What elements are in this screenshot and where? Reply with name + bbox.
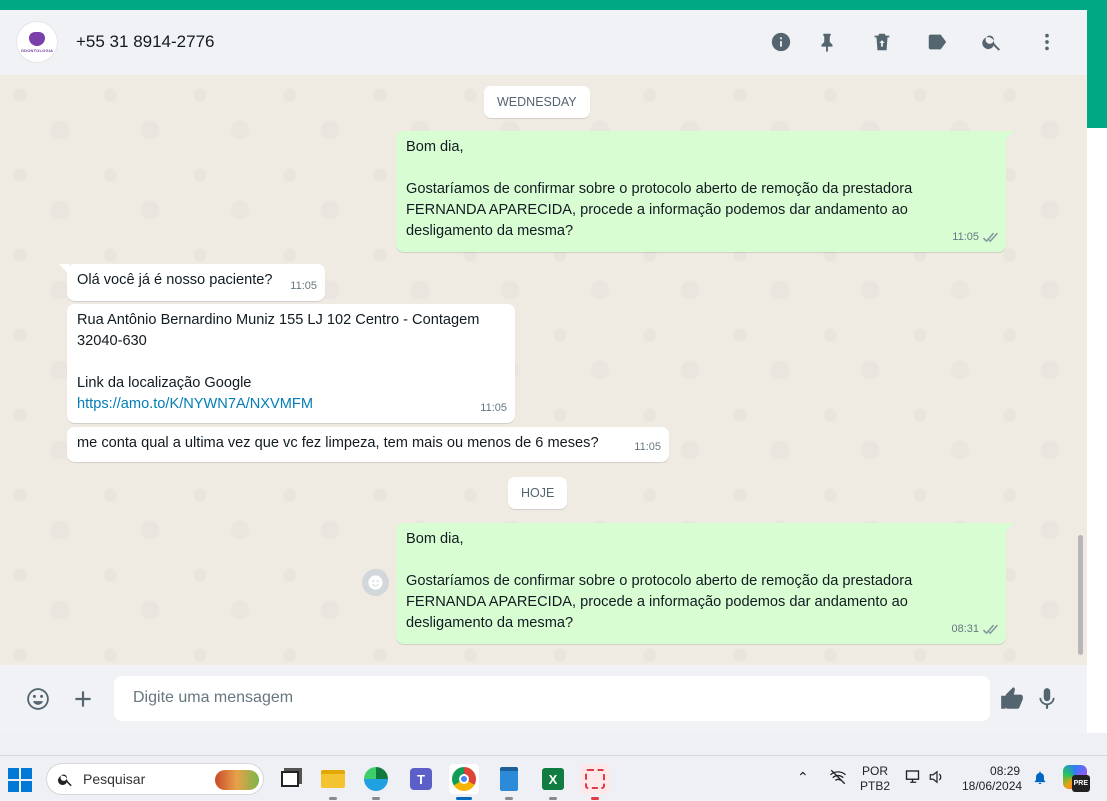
message-text: Olá você já é nosso paciente? xyxy=(77,272,273,288)
windows-taskbar: Pesquisar T X ⌃ POR PTB2 08:29 18/06/202… xyxy=(0,755,1107,801)
message-meta: 11:05 xyxy=(952,227,998,248)
delete-icon[interactable] xyxy=(870,30,894,54)
message-bubble-incoming[interactable]: me conta qual a ultima vez que vc fez li… xyxy=(67,427,669,462)
excel-icon[interactable]: X xyxy=(538,764,568,800)
day-chip: WEDNESDAY xyxy=(484,86,590,118)
teams-icon[interactable]: T xyxy=(406,764,436,794)
accent-bar xyxy=(1087,10,1107,128)
keyboard-layout: PTB2 xyxy=(860,779,891,793)
double-check-icon xyxy=(982,232,998,243)
message-list[interactable]: WEDNESDAY Bom dia, Gostaríamos de confir… xyxy=(0,75,1087,665)
attach-plus-icon[interactable] xyxy=(69,685,97,713)
message-meta: 08:31 xyxy=(951,619,998,640)
chat-header: ODONTOLOGIA +55 31 8914-2776 xyxy=(0,10,1087,75)
label-icon[interactable] xyxy=(925,30,949,54)
contact-avatar[interactable]: ODONTOLOGIA xyxy=(16,21,58,63)
search-label: Pesquisar xyxy=(83,771,146,787)
bubble-tail xyxy=(1004,523,1014,533)
clock-date: 18/06/2024 xyxy=(962,779,1023,793)
message-time: 11:05 xyxy=(290,280,317,292)
contact-name[interactable]: +55 31 8914-2776 xyxy=(76,32,215,52)
search-highlight-image xyxy=(215,770,259,790)
app-top-strip xyxy=(0,0,1107,10)
desktop-gap xyxy=(0,733,1107,755)
whatsapp-window: ODONTOLOGIA +55 31 8914-2776 WEDNESDAY B… xyxy=(0,10,1087,733)
thumbs-up-icon[interactable] xyxy=(998,685,1026,713)
composer-bar: Digite uma mensagem xyxy=(0,665,1087,733)
message-text: Rua Antônio Bernardino Muniz 155 LJ 102 … xyxy=(77,312,480,391)
message-meta: 11:05 xyxy=(480,398,507,419)
network-off-icon[interactable] xyxy=(829,768,847,790)
message-meta: 11:05 xyxy=(290,276,317,297)
message-time: 11:05 xyxy=(634,441,661,453)
tooth-logo-icon xyxy=(29,31,45,46)
bubble-tail xyxy=(1004,131,1014,141)
chrome-icon[interactable] xyxy=(449,764,479,800)
chevron-up-icon[interactable]: ⌃ xyxy=(797,770,809,785)
copilot-badge: PRE xyxy=(1071,775,1090,792)
pin-icon[interactable] xyxy=(815,30,839,54)
menu-icon[interactable] xyxy=(1035,30,1059,54)
message-time: 11:05 xyxy=(480,402,507,414)
emoji-react-icon[interactable] xyxy=(362,569,389,596)
message-text: Bom dia, Gostaríamos de confirmar sobre … xyxy=(406,139,913,239)
edge-browser-icon[interactable] xyxy=(361,764,391,800)
message-meta: 11:05 xyxy=(634,437,661,458)
message-bubble-incoming[interactable]: Olá você já é nosso paciente? 11:05 xyxy=(67,264,325,301)
copilot-icon[interactable]: PRE xyxy=(1063,765,1090,792)
file-explorer-icon[interactable] xyxy=(318,764,348,800)
message-bubble-incoming[interactable]: Rua Antônio Bernardino Muniz 155 LJ 102 … xyxy=(67,304,515,423)
message-text: Bom dia, Gostaríamos de confirmar sobre … xyxy=(406,531,913,631)
microphone-icon[interactable] xyxy=(1033,685,1061,713)
taskbar-search[interactable]: Pesquisar xyxy=(46,763,264,795)
message-bubble-outgoing[interactable]: Bom dia, Gostaríamos de confirmar sobre … xyxy=(396,131,1006,252)
task-view-icon[interactable] xyxy=(275,764,305,794)
message-input[interactable]: Digite uma mensagem xyxy=(114,676,990,721)
info-icon[interactable] xyxy=(769,30,793,54)
clock[interactable]: 08:29 18/06/2024 xyxy=(962,764,1022,794)
display-icon[interactable] xyxy=(905,769,923,789)
message-time: 08:31 xyxy=(951,623,979,635)
volume-icon[interactable] xyxy=(928,769,946,789)
double-check-icon xyxy=(982,624,998,635)
language-code: POR xyxy=(862,764,889,778)
message-bubble-outgoing[interactable]: Bom dia, Gostaríamos de confirmar sobre … xyxy=(396,523,1006,644)
window-right-edge xyxy=(1087,10,1107,733)
scrollbar[interactable] xyxy=(1078,535,1083,655)
windows-start-icon[interactable] xyxy=(8,768,32,792)
avatar-brand-text: ODONTOLOGIA xyxy=(20,47,54,53)
message-text: me conta qual a ultima vez que vc fez li… xyxy=(77,435,599,451)
notification-bell-icon[interactable] xyxy=(1032,769,1048,790)
language-indicator[interactable]: POR PTB2 xyxy=(860,764,890,794)
location-link[interactable]: https://amo.to/K/NYWN7A/NXVMFM xyxy=(77,396,313,412)
search-icon[interactable] xyxy=(980,30,1004,54)
emoji-icon[interactable] xyxy=(24,685,52,713)
bubble-tail xyxy=(59,264,69,274)
snipping-tool-icon[interactable] xyxy=(580,764,610,800)
clock-time: 08:29 xyxy=(990,764,1021,778)
search-icon xyxy=(58,774,72,787)
message-time: 11:05 xyxy=(952,231,979,243)
day-chip: HOJE xyxy=(508,477,568,509)
notepad-icon[interactable] xyxy=(494,764,524,800)
